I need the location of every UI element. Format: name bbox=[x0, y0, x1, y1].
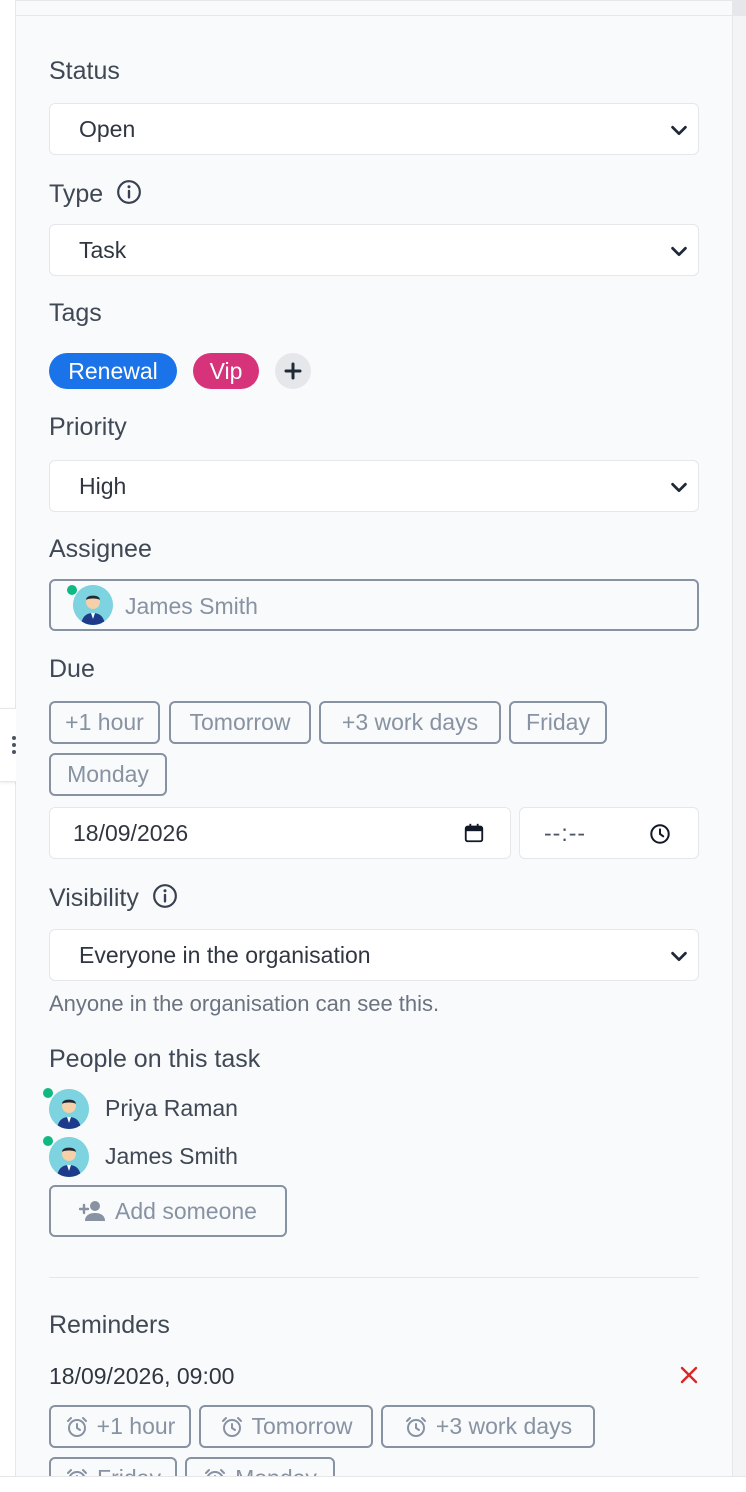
plus-icon bbox=[284, 362, 302, 380]
type-label-row: Type bbox=[49, 179, 142, 209]
alarm-icon bbox=[405, 1416, 426, 1437]
add-person-icon bbox=[79, 1201, 106, 1221]
people-label: People on this task bbox=[49, 1045, 261, 1073]
reminder-option-label: Monday bbox=[235, 1465, 317, 1476]
task-details-panel: Status Open Type Task Tags Renewal Vip P… bbox=[16, 0, 732, 1476]
scrollbar[interactable] bbox=[732, 0, 746, 1492]
assignee-field[interactable]: James Smith bbox=[49, 579, 699, 631]
reminder-option-label: Tomorrow bbox=[251, 1413, 353, 1439]
reminder-tomorrow-button[interactable]: Tomorrow bbox=[199, 1405, 373, 1448]
alarm-icon bbox=[205, 1468, 226, 1476]
status-select[interactable]: Open bbox=[49, 103, 699, 155]
due-date-value: 18/09/2026 bbox=[73, 819, 189, 846]
online-status-dot bbox=[43, 1136, 53, 1146]
visibility-value: Everyone in the organisation bbox=[79, 941, 371, 968]
reminder-plus-1-hour-button[interactable]: +1 hour bbox=[49, 1405, 191, 1448]
visibility-label: Visibility bbox=[49, 884, 139, 912]
section-divider bbox=[49, 1277, 699, 1278]
due-date-input[interactable]: 18/09/2026 bbox=[49, 807, 511, 859]
due-plus-1-hour-button[interactable]: +1 hour bbox=[49, 701, 160, 744]
reminder-option-label: Friday bbox=[97, 1465, 161, 1476]
visibility-select[interactable]: Everyone in the organisation bbox=[49, 929, 699, 981]
chevron-down-icon bbox=[671, 125, 687, 136]
reminder-option-label: +3 work days bbox=[435, 1413, 573, 1439]
calendar-icon[interactable] bbox=[463, 822, 485, 844]
alarm-icon bbox=[221, 1416, 242, 1437]
clock-icon[interactable] bbox=[649, 823, 671, 845]
due-plus-3-work-days-button[interactable]: +3 work days bbox=[319, 701, 501, 744]
due-tomorrow-button[interactable]: Tomorrow bbox=[169, 701, 311, 744]
person-name: James Smith bbox=[105, 1143, 238, 1169]
avatar bbox=[49, 1089, 89, 1129]
visibility-label-row: Visibility bbox=[49, 883, 178, 913]
chevron-down-icon bbox=[671, 482, 687, 493]
tags-label: Tags bbox=[49, 299, 102, 327]
type-value: Task bbox=[79, 236, 127, 263]
close-icon[interactable] bbox=[678, 1364, 700, 1386]
status-label: Status bbox=[49, 57, 120, 85]
alarm-icon bbox=[67, 1468, 88, 1476]
reminder-entry: 18/09/2026, 09:00 bbox=[49, 1363, 235, 1389]
visibility-hint: Anyone in the organisation can see this. bbox=[49, 991, 440, 1016]
avatar bbox=[49, 1137, 89, 1177]
assignee-label: Assignee bbox=[49, 535, 152, 563]
info-icon[interactable] bbox=[116, 179, 142, 205]
info-icon[interactable] bbox=[152, 883, 178, 909]
reminder-monday-button[interactable]: Monday bbox=[185, 1457, 335, 1476]
online-status-dot bbox=[43, 1088, 53, 1098]
due-friday-button[interactable]: Friday bbox=[509, 701, 607, 744]
tag-vip[interactable]: Vip bbox=[193, 353, 259, 389]
reminder-option-label: +1 hour bbox=[96, 1413, 176, 1439]
priority-value: High bbox=[79, 472, 127, 499]
due-time-input[interactable]: --:-- bbox=[519, 807, 699, 859]
priority-label: Priority bbox=[49, 413, 127, 441]
chevron-down-icon bbox=[671, 246, 687, 257]
scrollbar-thumb[interactable] bbox=[732, 0, 746, 16]
type-label: Type bbox=[49, 180, 104, 208]
reminders-label: Reminders bbox=[49, 1311, 170, 1339]
due-monday-button[interactable]: Monday bbox=[49, 753, 167, 796]
avatar bbox=[73, 585, 113, 625]
alarm-icon bbox=[66, 1416, 87, 1437]
tag-renewal[interactable]: Renewal bbox=[49, 353, 177, 389]
reminder-friday-button[interactable]: Friday bbox=[49, 1457, 177, 1476]
add-someone-button[interactable]: Add someone bbox=[49, 1185, 287, 1237]
add-someone-label: Add someone bbox=[115, 1197, 257, 1224]
reminder-plus-3-work-days-button[interactable]: +3 work days bbox=[381, 1405, 595, 1448]
chevron-down-icon bbox=[671, 951, 687, 962]
online-status-dot bbox=[67, 585, 77, 595]
bottom-edge bbox=[0, 1476, 746, 1492]
status-value: Open bbox=[79, 115, 136, 142]
person-name: Priya Raman bbox=[105, 1095, 238, 1121]
add-tag-button[interactable] bbox=[275, 353, 311, 389]
due-time-placeholder: --:-- bbox=[544, 819, 587, 846]
due-label: Due bbox=[49, 655, 95, 683]
divider bbox=[16, 15, 732, 16]
type-select[interactable]: Task bbox=[49, 224, 699, 276]
priority-select[interactable]: High bbox=[49, 460, 699, 512]
assignee-name: James Smith bbox=[125, 593, 258, 619]
